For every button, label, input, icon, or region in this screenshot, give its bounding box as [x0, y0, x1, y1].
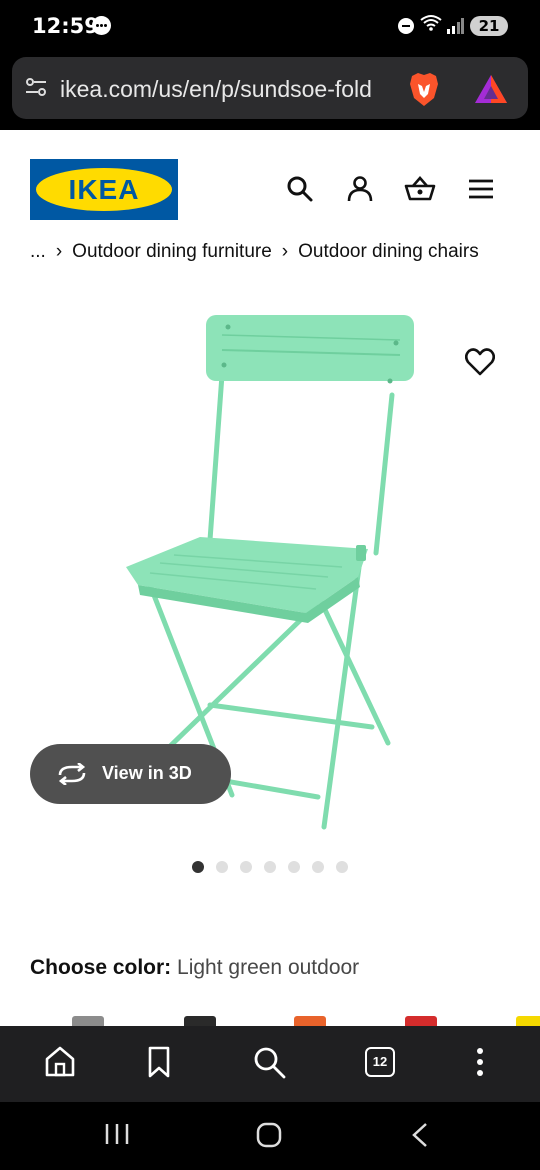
color-selector-label: Choose color: Light green outdoor: [30, 956, 359, 980]
gallery-dot-6[interactable]: [312, 861, 324, 873]
home-icon[interactable]: [43, 1045, 77, 1079]
color-swatch-yellow[interactable]: [516, 1016, 540, 1026]
gallery-dot-5[interactable]: [288, 861, 300, 873]
system-navigation-bar: [0, 1102, 540, 1170]
breadcrumb-separator-icon: ›: [281, 241, 289, 262]
site-settings-icon[interactable]: [24, 75, 48, 99]
home-button-icon[interactable]: [256, 1122, 282, 1148]
more-options-icon[interactable]: [463, 1045, 497, 1079]
breadcrumb-item-outdoor-dining-chairs[interactable]: Outdoor dining chairs: [298, 241, 479, 262]
search-icon[interactable]: [286, 175, 314, 203]
back-icon[interactable]: [410, 1122, 430, 1148]
color-swatch-red[interactable]: [405, 1016, 437, 1026]
rotate-3d-icon: [58, 763, 86, 785]
selected-color-value: Light green outdoor: [177, 956, 360, 979]
gallery-dot-4[interactable]: [264, 861, 276, 873]
view-in-3d-button[interactable]: View in 3D: [30, 744, 231, 804]
tab-count: 12: [372, 1054, 388, 1069]
breadcrumb: ... › Outdoor dining furniture › Outdoor din…: [30, 241, 479, 263]
cart-icon[interactable]: [404, 175, 436, 203]
logo-text: IKEA: [68, 174, 140, 205]
recent-apps-icon[interactable]: [104, 1122, 130, 1146]
account-icon[interactable]: [346, 175, 374, 203]
status-time: 12:59: [32, 14, 99, 38]
breadcrumb-item-outdoor-dining-furniture[interactable]: Outdoor dining furniture: [72, 241, 272, 262]
color-swatch-orange[interactable]: [294, 1016, 326, 1026]
browser-toolbar: ikea.com/us/en/p/sundsoe-fold: [0, 52, 540, 130]
brave-shields-icon[interactable]: [408, 72, 440, 108]
chat-notification-icon: [92, 16, 111, 35]
view-in-3d-label: View in 3D: [102, 763, 192, 783]
wifi-icon: [420, 15, 442, 31]
menu-icon[interactable]: [467, 175, 495, 203]
favorite-heart-icon[interactable]: [465, 348, 495, 376]
choose-color-label: Choose color:: [30, 956, 172, 979]
color-swatch-gray[interactable]: [72, 1016, 104, 1026]
search-icon[interactable]: [252, 1045, 286, 1079]
tabs-button[interactable]: 12: [365, 1047, 395, 1077]
status-bar: 12:59 21: [0, 0, 540, 52]
web-page: IKEA ... › Outdoor dining furniture › Outdoo…: [0, 130, 540, 1026]
color-swatch-black[interactable]: [184, 1016, 216, 1026]
breadcrumb-separator-icon: ›: [55, 241, 63, 262]
battery-indicator: 21: [470, 16, 508, 36]
gallery-dot-2[interactable]: [216, 861, 228, 873]
address-bar[interactable]: ikea.com/us/en/p/sundsoe-fold: [12, 57, 528, 119]
bookmark-icon[interactable]: [142, 1045, 176, 1079]
signal-icon: [447, 18, 464, 34]
gallery-dot-1[interactable]: [192, 861, 204, 873]
ikea-logo[interactable]: IKEA: [30, 159, 178, 220]
breadcrumb-ellipsis[interactable]: ...: [30, 241, 46, 262]
brave-rewards-icon[interactable]: [474, 74, 508, 104]
gallery-dot-7[interactable]: [336, 861, 348, 873]
browser-bottom-nav: 12: [0, 1026, 540, 1102]
gallery-dot-3[interactable]: [240, 861, 252, 873]
do-not-disturb-icon: [398, 18, 414, 34]
url-text[interactable]: ikea.com/us/en/p/sundsoe-fold: [60, 76, 406, 103]
